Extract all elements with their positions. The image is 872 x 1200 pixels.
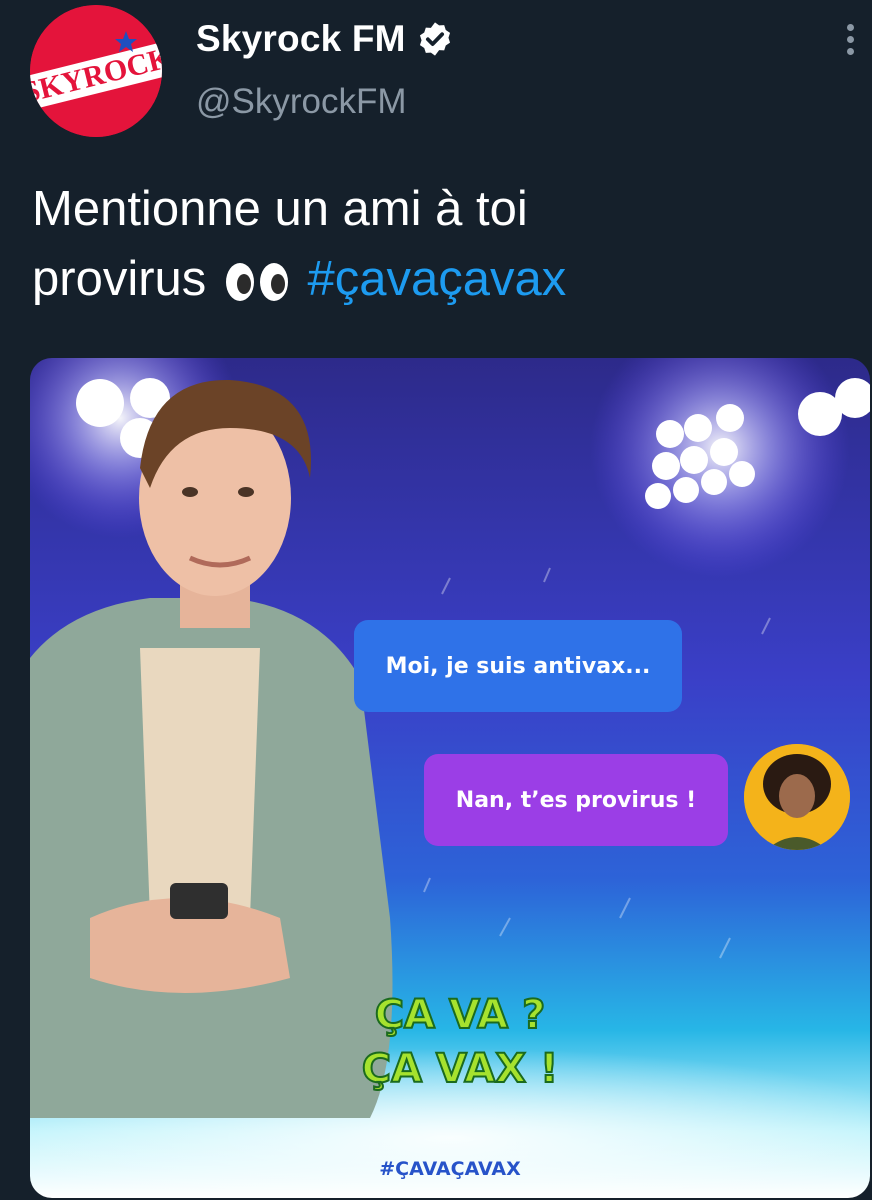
stage-light-right — [590, 358, 850, 578]
chat-bubble-antivax: Moi, je suis antivax... — [354, 620, 682, 712]
tweet-text: Mentionne un ami à toi provirus #çavaçav… — [32, 174, 852, 314]
verified-badge-icon — [419, 22, 450, 56]
tweet-text-word: provirus — [32, 252, 207, 306]
profile-avatar[interactable]: SKYROCK — [30, 5, 162, 137]
hashtag-link[interactable]: #çavaçavax — [308, 252, 567, 306]
eyes-emoji-icon — [225, 263, 288, 302]
cavacavax-logo: ÇA VA ? ÇA VAX ! — [330, 988, 590, 1148]
phone-icon — [170, 883, 228, 919]
skyrock-logo: SKYROCK — [30, 5, 162, 137]
user-handle[interactable]: @SkyrockFM — [196, 82, 407, 122]
woman-avatar — [744, 744, 850, 850]
logo-line-1: ÇA VA ? — [374, 991, 547, 1039]
tweet-text-line1: Mentionne un ami à toi — [32, 182, 528, 236]
image-hashtag: #ÇAVAÇAVAX — [379, 1158, 521, 1180]
name-row: Skyrock FM — [196, 18, 454, 60]
logo-line-2: ÇA VAX ! — [361, 1045, 559, 1093]
display-name[interactable]: Skyrock FM — [196, 18, 406, 60]
tweet-header: SKYROCK Skyrock FM @SkyrockFM — [0, 0, 872, 150]
more-options-icon[interactable] — [838, 24, 862, 64]
chat-bubble-provirus: Nan, t’es provirus ! — [424, 754, 728, 846]
tweet-media-image[interactable]: Moi, je suis antivax... Nan, t’es provir… — [30, 358, 870, 1198]
